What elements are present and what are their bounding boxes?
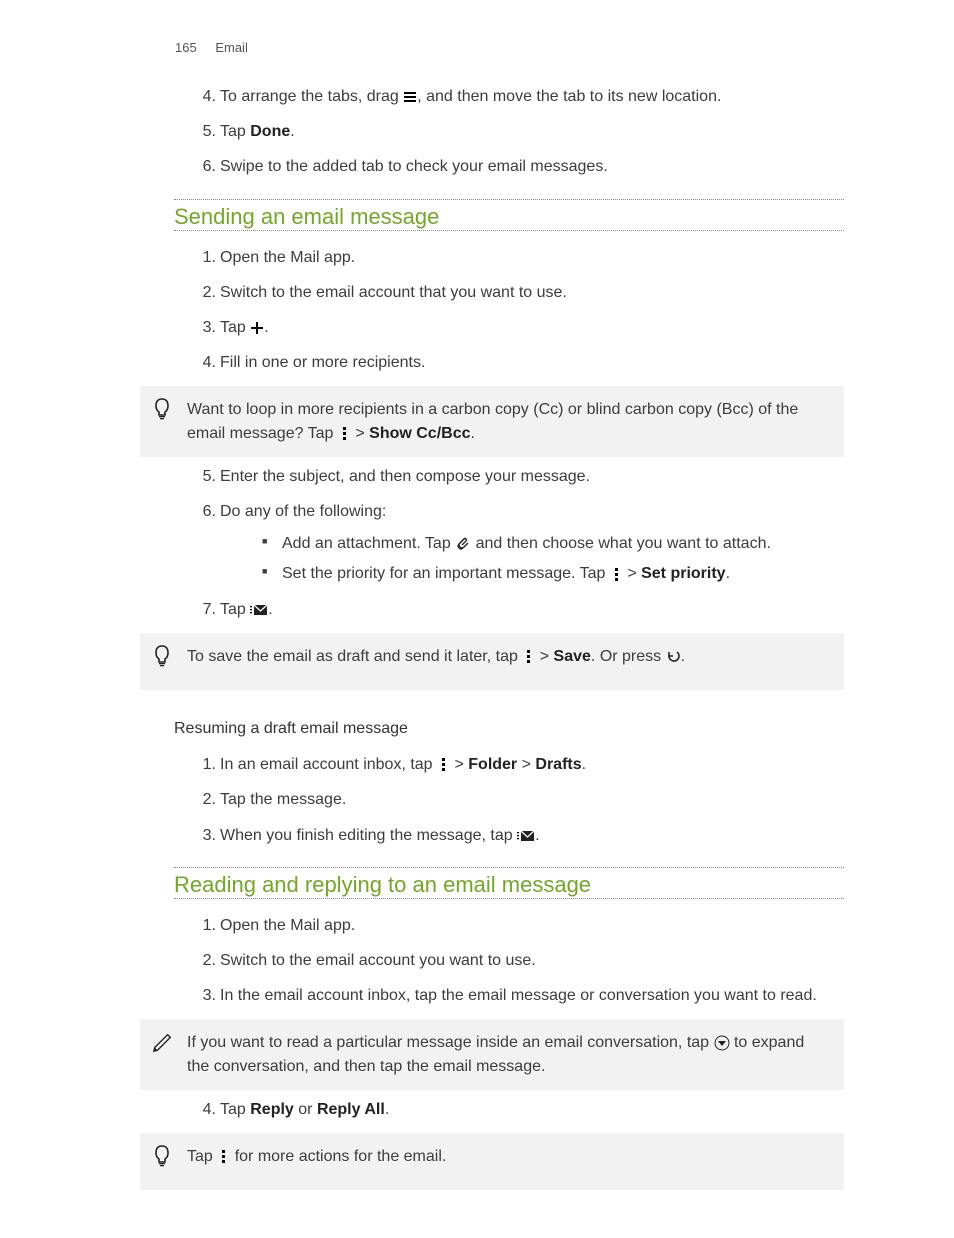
sec1-steps-a: 1.Open the Mail app. 2.Switch to the ema…	[140, 246, 844, 375]
step-item: 2.Switch to the email account you want t…	[220, 949, 844, 972]
bulb-icon	[152, 398, 172, 424]
note-expand-conversation: If you want to read a particular message…	[140, 1019, 844, 1089]
overflow-menu-icon	[522, 649, 535, 664]
back-icon	[666, 649, 681, 664]
step-item: 5.Enter the subject, and then compose yo…	[220, 465, 844, 488]
send-icon	[517, 828, 535, 843]
sec1-steps-c: 1. In an email account inbox, tap > Fold…	[140, 753, 844, 847]
sec2-steps-b: 4. Tap Reply or Reply All.	[140, 1098, 844, 1121]
plus-icon	[250, 321, 264, 335]
bulb-icon	[152, 645, 172, 671]
step-item: 5. Tap Done.	[220, 120, 844, 143]
step-item: 2.Tap the message.	[220, 788, 844, 811]
bulb-icon	[152, 1145, 172, 1171]
step-item: 7. Tap .	[220, 598, 844, 621]
intro-steps: 4. To arrange the tabs, drag , and then …	[140, 85, 844, 179]
overflow-menu-icon	[217, 1149, 230, 1164]
sub-item: Add an attachment. Tap and then choose w…	[262, 533, 844, 555]
step-item: 2.Switch to the email account that you w…	[220, 281, 844, 304]
step-item: 6.Do any of the following: Add an attach…	[220, 500, 844, 586]
expand-icon	[714, 1035, 730, 1051]
sub-list: Add an attachment. Tap and then choose w…	[220, 533, 844, 586]
step-item: 4. To arrange the tabs, drag , and then …	[220, 85, 844, 108]
pencil-icon	[152, 1031, 174, 1053]
step-item: 1. In an email account inbox, tap > Fold…	[220, 753, 844, 776]
section-title-sending: Sending an email message	[174, 199, 844, 231]
tip-cc-bcc: Want to loop in more recipients in a car…	[140, 386, 844, 456]
step-item: 3. Tap .	[220, 316, 844, 339]
subheading-resuming: Resuming a draft email message	[174, 720, 844, 738]
step-item: 3. When you finish editing the message, …	[220, 824, 844, 847]
sub-item: Set the priority for an important messag…	[262, 563, 844, 585]
attachment-icon	[455, 535, 471, 552]
step-item: 3.In the email account inbox, tap the em…	[220, 984, 844, 1007]
menu-icon	[403, 90, 417, 104]
step-item: 6. Swipe to the added tab to check your …	[220, 155, 844, 178]
step-item: 1.Open the Mail app.	[220, 914, 844, 937]
send-icon	[250, 602, 268, 617]
overflow-menu-icon	[338, 426, 351, 441]
step-item: 4. Tap Reply or Reply All.	[220, 1098, 844, 1121]
overflow-menu-icon	[610, 567, 623, 582]
section-title-reading: Reading and replying to an email message	[174, 867, 844, 899]
tip-more-actions: Tap for more actions for the email.	[140, 1133, 844, 1190]
page-header: 165 Email	[140, 40, 844, 55]
header-section: Email	[215, 40, 248, 55]
sec1-steps-b: 5.Enter the subject, and then compose yo…	[140, 465, 844, 621]
overflow-menu-icon	[437, 757, 450, 772]
tip-save-draft: To save the email as draft and send it l…	[140, 633, 844, 690]
step-item: 4.Fill in one or more recipients.	[220, 351, 844, 374]
page-number: 165	[175, 40, 197, 55]
step-item: 1.Open the Mail app.	[220, 246, 844, 269]
sec2-steps-a: 1.Open the Mail app. 2.Switch to the ema…	[140, 914, 844, 1008]
